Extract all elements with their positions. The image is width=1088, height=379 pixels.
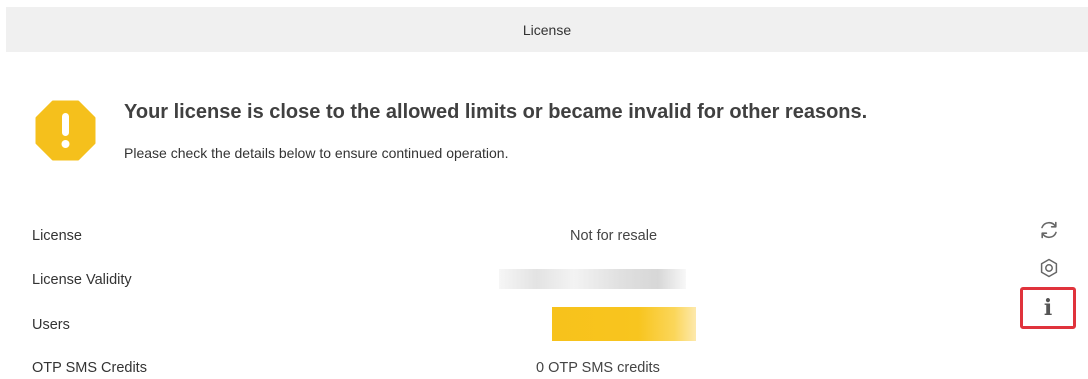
users-label: Users — [32, 317, 70, 333]
window-title-bar: License — [6, 7, 1088, 52]
alert-subline: Please check the details below to ensure… — [124, 145, 509, 161]
info-button[interactable]: i — [1020, 287, 1076, 329]
license-validity-redacted-value — [499, 269, 686, 289]
refresh-icon — [1041, 221, 1057, 239]
gear-icon — [1040, 258, 1058, 278]
license-page: License Your license is close to the all… — [0, 0, 1088, 379]
warning-octagon-icon — [35, 100, 96, 161]
otp-sms-credits-label: OTP SMS Credits — [32, 360, 147, 376]
settings-button[interactable] — [1035, 254, 1063, 282]
otp-sms-credits-value: 0 OTP SMS credits — [536, 360, 660, 376]
window-title: License — [522, 21, 572, 38]
users-redacted-value — [552, 307, 696, 341]
alert-headline: Your license is close to the allowed lim… — [124, 101, 868, 123]
license-value: Not for resale — [570, 228, 658, 244]
license-validity-label: License Validity — [32, 272, 132, 288]
refresh-button[interactable] — [1034, 215, 1064, 245]
license-label: License — [32, 228, 82, 244]
info-icon: i — [1043, 295, 1053, 321]
